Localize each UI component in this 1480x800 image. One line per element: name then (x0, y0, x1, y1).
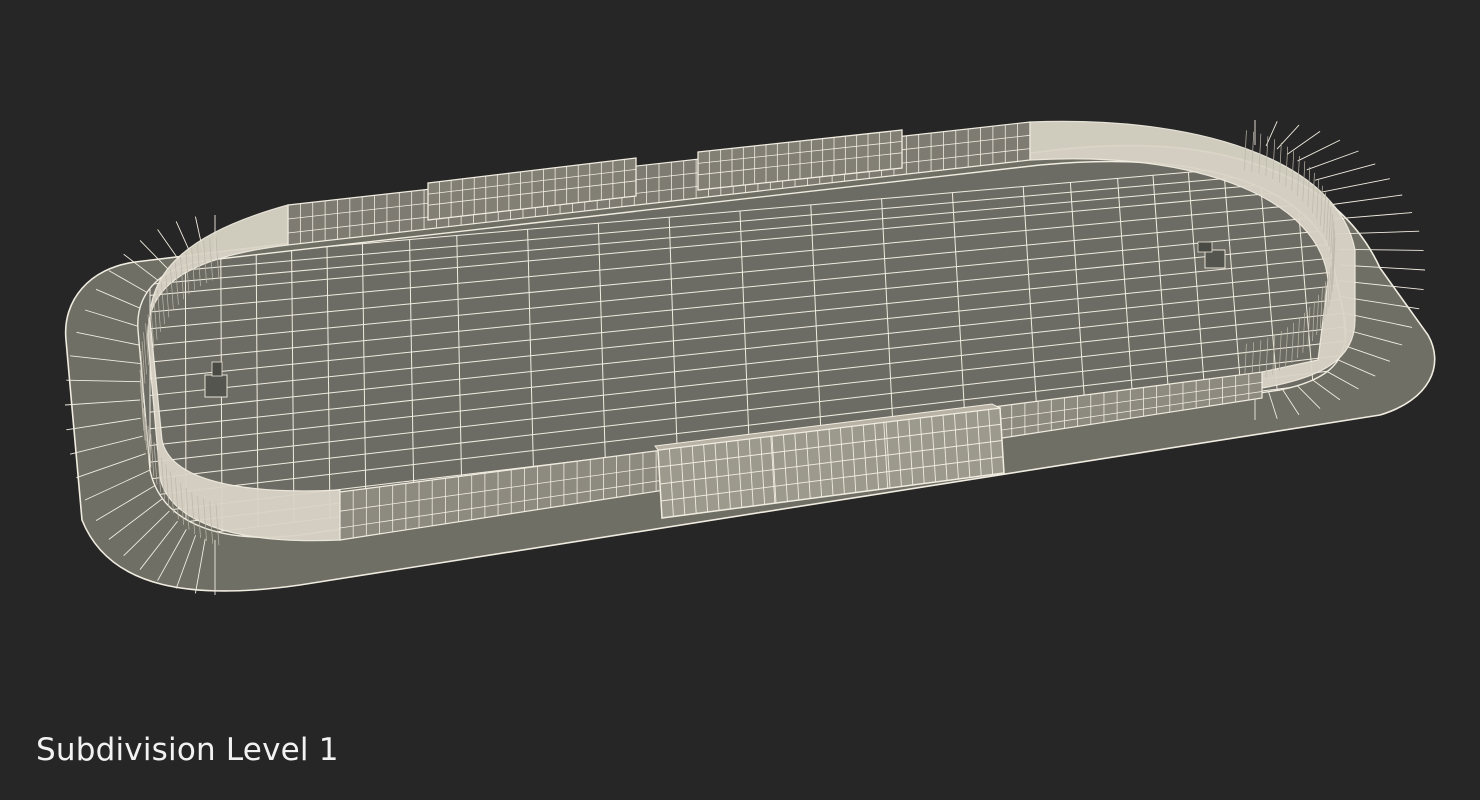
apron-radial-line (1314, 163, 1376, 181)
subdivision-level-caption: Subdivision Level 1 (36, 732, 339, 768)
hockey-rink-wireframe-render (64, 120, 1436, 595)
apron-radial-line (1333, 212, 1413, 220)
render-viewport: Subdivision Level 1 (0, 0, 1480, 800)
apron-radial-line (1328, 194, 1403, 206)
apron-radial-line (1322, 178, 1390, 193)
apron-radial-line (1287, 131, 1321, 155)
apron-radial-line (1306, 150, 1359, 171)
apron-radial-line (1276, 124, 1300, 150)
